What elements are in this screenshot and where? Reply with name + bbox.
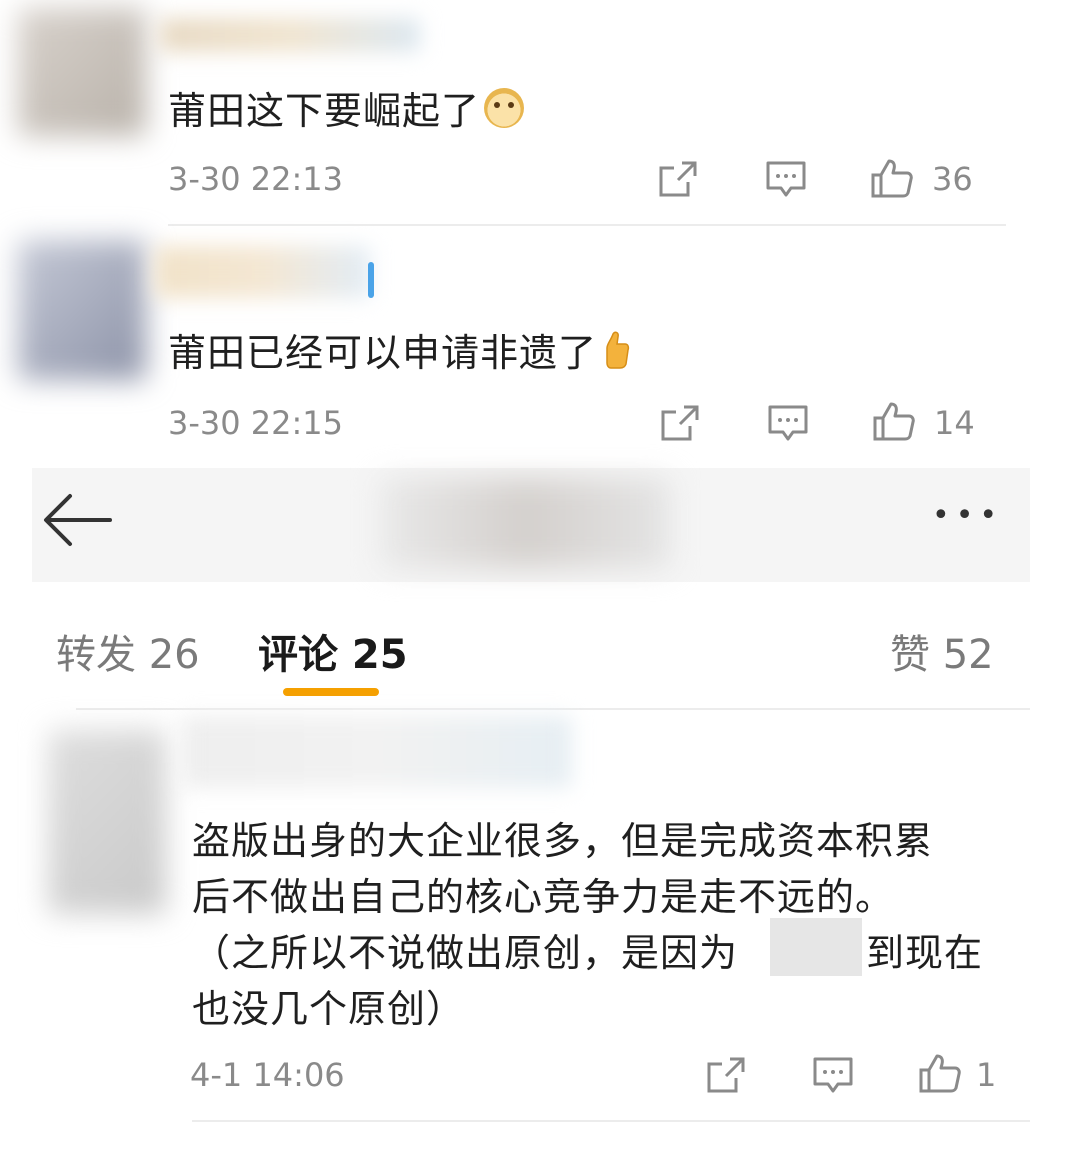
more-options-button[interactable]: •••	[932, 498, 1003, 533]
like-icon[interactable]	[870, 157, 914, 199]
tab-likes[interactable]: 赞 52	[890, 622, 994, 680]
like-icon[interactable]	[918, 1052, 962, 1094]
username-blurred[interactable]	[182, 716, 572, 788]
reply-icon[interactable]	[812, 1056, 854, 1096]
avatar[interactable]	[48, 730, 166, 914]
divider	[168, 224, 1006, 226]
comment-time: 3-30 22:15	[168, 404, 344, 442]
divider	[76, 708, 1030, 710]
like-count: 36	[932, 160, 973, 198]
vip-badge	[368, 262, 374, 298]
tab-reposts[interactable]: 转发 26	[56, 622, 200, 680]
username-blurred[interactable]	[160, 18, 420, 52]
share-icon[interactable]	[658, 160, 698, 198]
comment-text-line: 后不做出自己的核心竞争力是走不远的。	[192, 875, 895, 919]
comment-time: 3-30 22:13	[168, 160, 344, 198]
avatar[interactable]	[18, 8, 146, 136]
avatar[interactable]	[18, 240, 146, 380]
comment-time: 4-1 14:06	[190, 1056, 345, 1094]
like-count: 14	[934, 404, 975, 442]
reply-icon[interactable]	[767, 404, 809, 444]
comment-text: 莆田已经可以申请非遗了	[168, 322, 631, 377]
share-icon[interactable]	[660, 404, 700, 442]
comment-text-line: 盗版出身的大企业很多，但是完成资本积累	[192, 819, 934, 863]
active-tab-indicator	[283, 688, 379, 696]
comment-text: 莆田这下要崛起了	[168, 80, 525, 135]
back-arrow-icon[interactable]	[42, 492, 114, 548]
share-icon[interactable]	[706, 1056, 746, 1094]
tab-comments[interactable]: 评论 25	[258, 622, 408, 680]
redacted-block	[770, 918, 862, 976]
comment-text-line: 也没几个原创）	[192, 987, 466, 1031]
like-count: 1	[976, 1056, 997, 1094]
comment-text-line: 到现在	[866, 931, 984, 975]
username-blurred[interactable]	[155, 246, 370, 298]
post-author-blurred[interactable]	[380, 478, 670, 568]
comment-text-line: （之所以不说做出原创，是因为	[192, 931, 739, 975]
like-icon[interactable]	[872, 400, 916, 442]
divider	[192, 1120, 1030, 1122]
doge-emoji-icon	[484, 88, 525, 128]
reply-icon[interactable]	[765, 160, 807, 200]
thumbs-up-emoji-icon	[606, 331, 630, 369]
